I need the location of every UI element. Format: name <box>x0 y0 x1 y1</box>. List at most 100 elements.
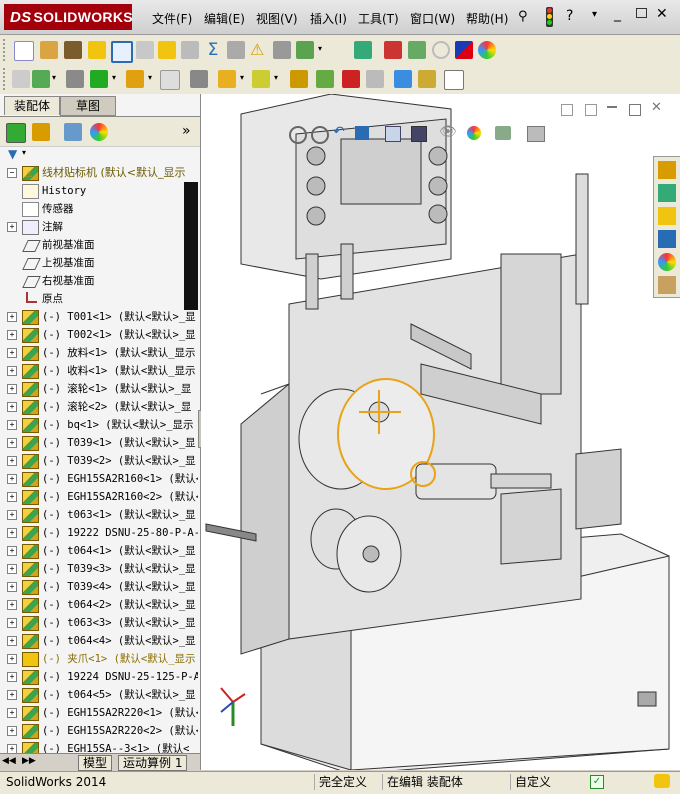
tree-item[interactable]: + 注解 <box>0 218 198 236</box>
tree-item[interactable]: + (-) t063<1> (默认<默认>_显 <box>0 506 198 524</box>
dropdown-icon[interactable]: ▾ <box>148 73 152 82</box>
tools-icon[interactable] <box>227 41 245 59</box>
view-palette-icon[interactable] <box>658 230 676 248</box>
mate-icon[interactable] <box>32 70 50 88</box>
tree-item[interactable]: + (-) 19224 DSNU-25-125-P-A- <box>0 668 198 686</box>
tree-item[interactable]: + (-) T039<4> (默认<默认>_显 <box>0 578 198 596</box>
expander-icon[interactable]: + <box>7 312 17 322</box>
reference-geometry-icon[interactable] <box>252 70 270 88</box>
viewport-minimize-icon[interactable] <box>607 106 617 108</box>
wrench-icon[interactable] <box>384 41 402 59</box>
tree-item[interactable]: + (-) 收料<1> (默认<默认_显示 <box>0 362 198 380</box>
warning-icon[interactable]: ⚠ <box>250 41 268 59</box>
interference-icon[interactable] <box>366 70 384 88</box>
expander-icon[interactable]: + <box>7 708 17 718</box>
align-icon[interactable] <box>273 41 291 59</box>
tree-item[interactable]: + (-) t064<5> (默认<默认>_显 <box>0 686 198 704</box>
sum-icon[interactable]: Σ <box>204 41 222 59</box>
edit-appearance-icon[interactable] <box>467 126 481 140</box>
tree-item[interactable]: + (-) EGH15SA2R160<2> (默认< <box>0 488 198 506</box>
tree-item[interactable]: 前视基准面 <box>0 236 198 254</box>
appearances-icon[interactable] <box>658 253 676 271</box>
expander-icon[interactable]: + <box>7 222 17 232</box>
help-icon[interactable]: ? <box>566 8 573 24</box>
tree-item[interactable]: + (-) 放料<1> (默认<默认_显示 <box>0 344 198 362</box>
menu-window[interactable]: 窗口(W) <box>410 10 455 27</box>
expander-icon[interactable]: + <box>7 618 17 628</box>
tab-assembly[interactable]: 装配体 <box>4 96 60 115</box>
tree-item[interactable]: + (-) 滚轮<1> (默认<默认>_显 <box>0 380 198 398</box>
expand-more-icon[interactable]: » <box>182 123 191 139</box>
gear-icon[interactable] <box>408 41 426 59</box>
viewport-close-icon[interactable]: ✕ <box>651 100 662 115</box>
help-dropdown-icon[interactable]: ▾ <box>592 9 597 20</box>
check-disabled-icon[interactable] <box>181 41 199 59</box>
expander-icon[interactable]: + <box>7 420 17 430</box>
tab-motion-study[interactable]: 运动算例 1 <box>118 755 188 771</box>
tree-item[interactable]: + (-) t064<4> (默认<默认>_显 <box>0 632 198 650</box>
menu-file[interactable]: 文件(F) <box>152 10 192 27</box>
property-manager-icon[interactable] <box>32 123 50 141</box>
section-view-icon[interactable] <box>355 126 369 140</box>
tree-item[interactable]: + (-) bq<1> (默认<默认>_显示 <box>0 416 198 434</box>
expander-icon[interactable]: + <box>7 690 17 700</box>
file-explorer-icon[interactable] <box>658 207 676 225</box>
tab-sketch[interactable]: 草图 <box>60 96 116 116</box>
hide-show-icon[interactable] <box>160 70 180 90</box>
tree-item[interactable]: 上视基准面 <box>0 254 198 272</box>
tree-item[interactable]: History <box>0 182 198 200</box>
expander-icon[interactable]: + <box>7 726 17 736</box>
check-list-icon[interactable] <box>296 41 314 59</box>
display-manager-icon[interactable] <box>90 123 108 141</box>
configuration-manager-icon[interactable] <box>64 123 82 141</box>
split-view-icon[interactable] <box>561 104 573 116</box>
expander-icon[interactable]: + <box>7 456 17 466</box>
measure-icon[interactable] <box>111 41 133 63</box>
expander-icon[interactable]: + <box>7 384 17 394</box>
hand-icon[interactable] <box>136 41 154 59</box>
tag-icon[interactable] <box>654 774 670 788</box>
expander-icon[interactable]: + <box>7 564 17 574</box>
folder-icon[interactable] <box>88 41 106 59</box>
export-icon[interactable] <box>354 41 372 59</box>
appearance-icon[interactable] <box>478 41 496 59</box>
dropdown-icon[interactable]: ▾ <box>318 44 322 53</box>
section-view-icon[interactable] <box>394 70 412 88</box>
graphics-area[interactable]: ↶ 👁 ✕ <box>201 94 680 770</box>
close-icon[interactable]: ✕ <box>656 6 668 22</box>
menu-tools[interactable]: 工具(T) <box>358 10 399 27</box>
dropdown-icon[interactable]: ▾ <box>240 73 244 82</box>
tree-item[interactable]: + (-) T002<1> (默认<默认>_显 <box>0 326 198 344</box>
units-status[interactable]: 自定义 <box>510 774 581 790</box>
tree-item[interactable]: + (-) 夹爪<1> (默认<默认_显示 <box>0 650 198 668</box>
format-painter-icon[interactable] <box>40 41 58 59</box>
expander-icon[interactable]: + <box>7 366 17 376</box>
traffic-light-icon[interactable] <box>546 7 553 27</box>
design-library-icon[interactable] <box>658 184 676 202</box>
tree-item[interactable]: + (-) EGH15SA2R160<1> (默认< <box>0 470 198 488</box>
checkbox-icon[interactable] <box>158 41 176 59</box>
pin-icon[interactable]: ⚲ <box>518 9 528 24</box>
expander-icon[interactable]: + <box>7 582 17 592</box>
tree-item[interactable]: 右视基准面 <box>0 272 198 290</box>
filter-dropdown-icon[interactable]: ▾ <box>22 148 26 157</box>
expander-icon[interactable]: + <box>7 492 17 502</box>
expander-icon[interactable]: + <box>7 600 17 610</box>
tree-item[interactable]: + (-) t064<2> (默认<默认>_显 <box>0 596 198 614</box>
minimize-icon[interactable]: _ <box>614 6 621 22</box>
expander-icon[interactable]: + <box>7 438 17 448</box>
tree-item[interactable]: + (-) EGH15SA2R220<2> (默认< <box>0 722 198 740</box>
tree-item[interactable]: 传感器 <box>0 200 198 218</box>
expander-icon[interactable]: + <box>7 510 17 520</box>
custom-properties-icon[interactable] <box>658 276 676 294</box>
tree-item[interactable]: + (-) T039<3> (默认<默认>_显 <box>0 560 198 578</box>
tree-item[interactable]: + (-) t064<1> (默认<默认>_显 <box>0 542 198 560</box>
move-component-icon[interactable] <box>126 70 144 88</box>
expander-icon[interactable]: + <box>7 672 17 682</box>
tree-root[interactable]: − ⚠ 线材贴标机 (默认<默认_显示 <box>0 164 198 182</box>
solidworks-resources-icon[interactable] <box>658 161 676 179</box>
settings-icon[interactable] <box>190 70 208 88</box>
expander-icon[interactable]: + <box>7 654 17 664</box>
tree-item[interactable]: + (-) T039<1> (默认<默认>_显 <box>0 434 198 452</box>
balance-icon[interactable] <box>64 41 82 59</box>
